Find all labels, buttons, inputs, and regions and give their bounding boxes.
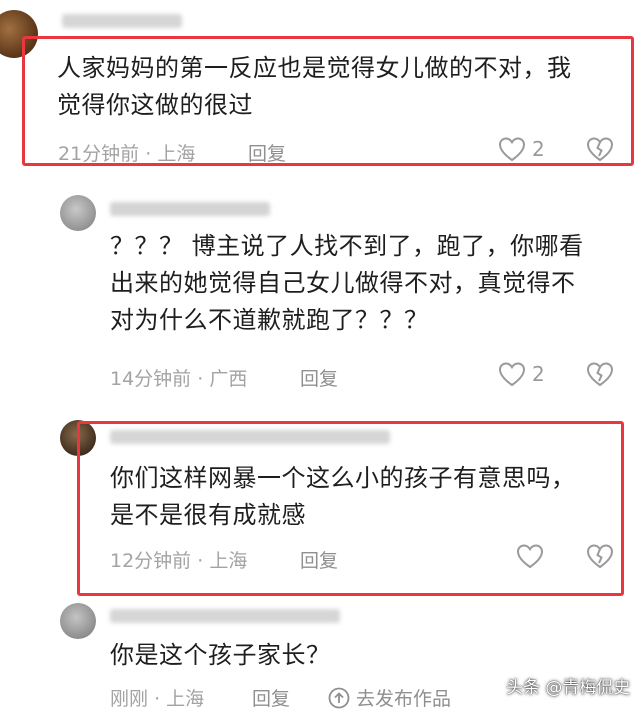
- username-blurred[interactable]: [110, 202, 270, 216]
- highlight-box: [22, 36, 634, 166]
- avatar[interactable]: [60, 603, 96, 639]
- share-label: 去发布作品: [356, 688, 452, 710]
- avatar[interactable]: [60, 195, 96, 231]
- reply-button[interactable]: 回复: [252, 684, 290, 711]
- comment-meta: 14分钟前 · 广西: [110, 368, 248, 390]
- highlight-box: [77, 421, 624, 596]
- comment-text: ？？？ 博主说了人找不到了，跑了，你哪看 出来的她觉得自己女儿做得不对，真觉得不…: [110, 232, 584, 334]
- comment-meta: 刚刚 · 上海: [110, 688, 205, 710]
- upload-arrow-icon: [328, 687, 350, 709]
- username-blurred[interactable]: [62, 14, 182, 28]
- heart-icon: [498, 361, 526, 387]
- username-blurred[interactable]: [110, 609, 340, 623]
- broken-heart-icon[interactable]: [586, 361, 614, 387]
- share-button[interactable]: 去发布作品: [328, 684, 451, 711]
- like-button[interactable]: 2: [498, 361, 545, 387]
- reply-button[interactable]: 回复: [300, 364, 338, 391]
- comment-text: 你是这个孩子家长？: [110, 641, 331, 669]
- like-count: 2: [532, 362, 545, 386]
- watermark: 头条 @青梅侃史: [506, 678, 631, 698]
